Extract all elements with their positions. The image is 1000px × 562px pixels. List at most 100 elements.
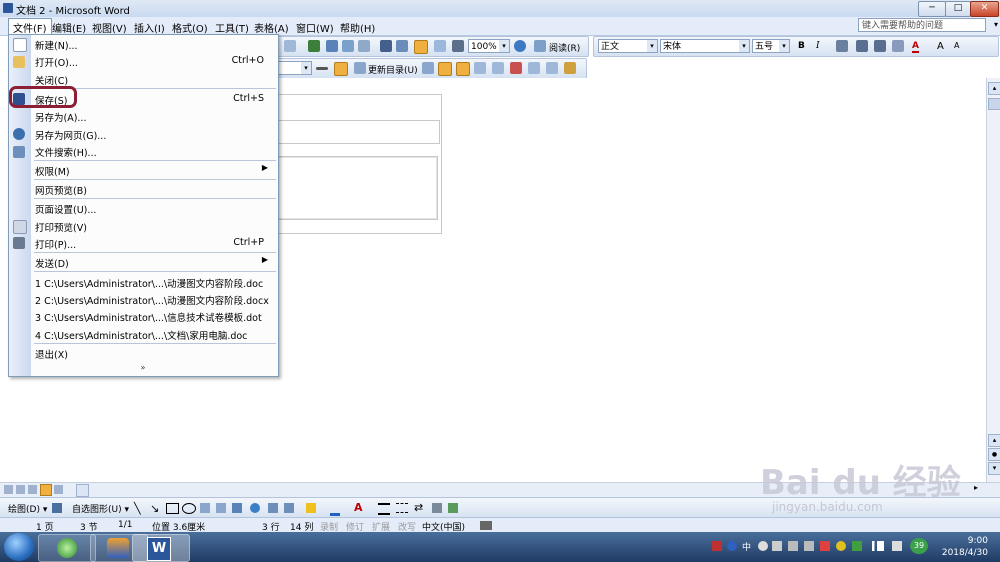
shrink-font-button[interactable]: A (954, 41, 959, 50)
tray-softkey-icon[interactable] (788, 541, 798, 551)
oval-tool-icon[interactable] (182, 503, 196, 514)
spelling-status-icon[interactable] (480, 521, 492, 530)
collapse-subdoc-icon[interactable] (456, 62, 470, 76)
line-tool-icon[interactable]: ╲ (134, 502, 141, 515)
help-icon[interactable] (514, 40, 526, 52)
menu-item-print[interactable]: 打印(P)... Ctrl+P (34, 235, 274, 251)
tray-help-icon[interactable] (727, 541, 737, 551)
hyperlink-icon[interactable] (308, 40, 320, 52)
menu-window[interactable]: 窗口(W) (292, 19, 338, 36)
bullets-icon[interactable] (874, 40, 886, 52)
insert-table-icon[interactable] (342, 40, 354, 52)
master-doc-icon[interactable] (438, 62, 452, 76)
tray-app-icon[interactable] (712, 541, 722, 551)
volume-icon[interactable] (892, 541, 902, 551)
lock-doc-icon[interactable] (564, 62, 576, 74)
tray-360-icon[interactable] (836, 541, 846, 551)
scroll-thumb[interactable] (988, 98, 1000, 110)
create-subdoc-icon[interactable] (474, 62, 486, 74)
menu-item-save-as-web[interactable]: 另存为网页(G)... (34, 126, 274, 142)
web-view-icon[interactable] (16, 485, 25, 494)
ime-indicator[interactable]: 中 (742, 540, 751, 553)
diagram-icon[interactable] (250, 503, 260, 513)
select-objects-icon[interactable] (52, 503, 62, 513)
zoom-select[interactable]: 100% ▾ (468, 39, 510, 53)
close-button[interactable]: ✕ (970, 1, 999, 17)
outline-view-icon[interactable] (40, 484, 52, 496)
vertical-scrollbar[interactable]: ▴ ▴ ● ▾ (986, 78, 1000, 482)
document-map-icon[interactable] (414, 40, 428, 54)
font-color-button[interactable]: A (912, 41, 919, 53)
network-signal-icon[interactable] (872, 541, 884, 551)
italic-button[interactable]: I (816, 41, 820, 51)
menu-item-send[interactable]: 发送(D) ▶ (34, 254, 274, 270)
redo-icon[interactable] (284, 40, 296, 52)
columns-icon[interactable] (380, 40, 392, 52)
line-style-icon[interactable] (378, 503, 390, 515)
indent-icon[interactable] (892, 40, 904, 52)
menu-item-exit[interactable]: 退出(X) (34, 345, 274, 361)
ime-settings-icon[interactable] (758, 541, 768, 551)
taskbar-word[interactable]: W (132, 534, 190, 562)
browse-object-icon[interactable]: ● (988, 448, 1000, 461)
fill-color-icon[interactable] (306, 503, 316, 513)
recent-file-3[interactable]: 3 C:\Users\Administrator\...\信息技术试卷模板.do… (34, 308, 274, 324)
show-hide-icon[interactable] (434, 40, 446, 52)
wordart-icon[interactable] (232, 503, 242, 513)
grow-font-button[interactable]: A (937, 41, 944, 52)
minimize-button[interactable]: ─ (918, 1, 946, 17)
line-color-icon[interactable] (330, 503, 340, 516)
scroll-up-icon[interactable]: ▴ (988, 82, 1000, 95)
arrow-tool-icon[interactable]: ↘ (150, 502, 159, 515)
vertical-textbox-icon[interactable] (216, 503, 226, 513)
tray-tools-icon[interactable] (804, 541, 814, 551)
menu-item-file-search[interactable]: 文件搜索(H)... (34, 143, 274, 159)
hscroll-thumb[interactable] (76, 484, 89, 497)
demote-icon[interactable] (316, 67, 328, 70)
next-page-icon[interactable]: ▾ (988, 462, 1000, 475)
textbox-tool-icon[interactable] (200, 503, 210, 513)
menu-item-permission[interactable]: 权限(M) ▶ (34, 162, 274, 178)
drawing-icon[interactable] (396, 40, 408, 52)
read-button[interactable]: 阅读(R) (549, 41, 580, 54)
insert-excel-icon[interactable] (358, 40, 370, 52)
goto-toc-icon[interactable] (422, 62, 434, 74)
align-icon[interactable] (836, 40, 848, 52)
style-select[interactable]: 正文 ▾ (598, 39, 658, 53)
tray-punct-icon[interactable] (772, 541, 782, 551)
tray-antivirus-icon[interactable] (820, 541, 830, 551)
normal-view-icon[interactable] (4, 485, 13, 494)
rectangle-tool-icon[interactable] (166, 503, 179, 514)
scroll-right-icon[interactable]: ▸ (974, 483, 978, 492)
reading-view-icon[interactable] (54, 485, 63, 494)
outline-level-select[interactable]: ▾ (278, 61, 312, 75)
help-dropdown-icon[interactable]: ▾ (994, 20, 998, 29)
menu-item-print-preview[interactable]: 打印预览(V) (34, 218, 274, 234)
print-view-icon[interactable] (28, 485, 37, 494)
paragraph-mark-icon[interactable] (452, 40, 464, 52)
tray-download-icon[interactable] (852, 541, 862, 551)
tables-borders-icon[interactable] (326, 40, 338, 52)
menu-item-web-preview[interactable]: 网页预览(B) (34, 181, 274, 197)
recent-file-2[interactable]: 2 C:\Users\Administrator\...\动漫图文内容阶段.do… (34, 291, 274, 307)
draw-menu-button[interactable]: 绘图(D) ▾ (8, 502, 47, 515)
shadow-style-icon[interactable] (432, 503, 442, 513)
show-level-icon[interactable] (334, 62, 348, 76)
remove-subdoc-icon[interactable] (492, 62, 504, 74)
split-subdoc-icon[interactable] (546, 62, 558, 74)
insert-subdoc-icon[interactable] (510, 62, 522, 74)
bold-button[interactable]: B (798, 41, 805, 51)
prev-page-icon[interactable]: ▴ (988, 434, 1000, 447)
menu-help[interactable]: 帮助(H) (336, 19, 379, 36)
numbering-icon[interactable] (856, 40, 868, 52)
font-select[interactable]: 宋体 ▾ (660, 39, 750, 53)
font-size-select[interactable]: 五号 ▾ (752, 39, 790, 53)
menu-item-new[interactable]: 新建(N)... (34, 36, 274, 52)
menu-item-close[interactable]: 关闭(C) (34, 71, 274, 87)
system-clock[interactable]: 9:00 2018/4/30 (942, 535, 988, 559)
menu-item-open[interactable]: 打开(O)... Ctrl+O (34, 53, 274, 69)
start-button[interactable] (4, 533, 34, 561)
update-toc-icon[interactable] (354, 62, 366, 74)
help-search-input[interactable]: 键入需要帮助的问题 (858, 18, 986, 32)
read-icon[interactable] (534, 40, 546, 52)
